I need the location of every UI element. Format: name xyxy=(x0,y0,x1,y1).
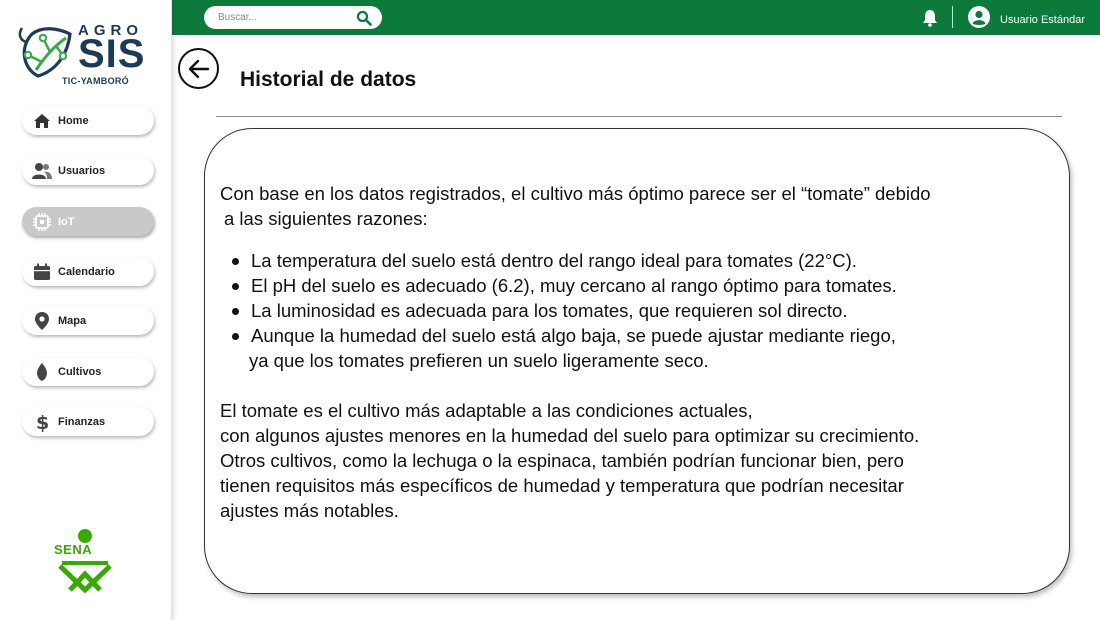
dollar-icon: $ xyxy=(32,412,52,432)
conclusion-line: El tomate es el cultivo más adaptable a … xyxy=(220,400,753,421)
list-item: La temperatura del suelo está dentro del… xyxy=(220,248,1069,273)
list-item-continuation: ya que los tomates prefieren un suelo li… xyxy=(249,350,709,371)
chip-icon xyxy=(32,212,52,232)
sidebar-item-label: Usuarios xyxy=(58,164,106,177)
map-pin-icon xyxy=(32,311,52,331)
sena-logo: SENA xyxy=(52,528,118,594)
top-bar: Usuario Estándar xyxy=(172,0,1100,35)
conclusion-paragraph: El tomate es el cultivo más adaptable a … xyxy=(220,398,1069,523)
conclusion-line: tienen requisitos más específicos de hum… xyxy=(220,475,904,496)
search-box xyxy=(204,6,382,29)
sidebar-item-finanzas[interactable]: $ Finanzas xyxy=(22,407,154,436)
agrosis-logo[interactable]: AGRO SIS TIC-YAMBORÓ xyxy=(18,20,148,90)
calendar-icon xyxy=(32,262,52,282)
search-input[interactable] xyxy=(218,12,348,23)
sidebar-item-mapa[interactable]: Mapa xyxy=(22,306,154,335)
leaf-circuit-logo-icon xyxy=(18,27,72,78)
svg-text:$: $ xyxy=(36,412,49,432)
logo-subtitle: TIC-YAMBORÓ xyxy=(62,76,129,86)
arrow-left-icon xyxy=(188,59,209,78)
search-icon[interactable] xyxy=(356,10,372,31)
sidebar-item-label: Finanzas xyxy=(58,415,106,428)
sidebar-item-cultivos[interactable]: Cultivos xyxy=(22,357,154,386)
intro-line-2: a las siguientes razones: xyxy=(224,208,428,229)
list-item: La luminosidad es adecuada para los toma… xyxy=(220,298,1069,323)
sidebar-item-calendario[interactable]: Calendario xyxy=(22,257,154,286)
conclusion-line: con algunos ajustes menores en la humeda… xyxy=(220,425,920,446)
bell-icon[interactable] xyxy=(922,9,938,32)
sidebar-item-iot[interactable]: IoT xyxy=(22,207,154,236)
sidebar-item-label: Mapa xyxy=(58,314,87,327)
leaf-icon xyxy=(32,362,52,382)
sidebar-item-label: IoT xyxy=(58,215,75,228)
logo-sis-text: SIS xyxy=(78,32,146,76)
recommendation-card: Con base en los datos registrados, el cu… xyxy=(204,128,1070,594)
sidebar: AGRO SIS TIC-YAMBORÓ Home Usuarios IoT C… xyxy=(0,0,172,620)
reasons-list: La temperatura del suelo está dentro del… xyxy=(220,248,1069,348)
back-button[interactable] xyxy=(178,48,219,89)
sidebar-item-label: Calendario xyxy=(58,265,115,278)
conclusion-line: Otros cultivos, como la lechuga o la esp… xyxy=(220,450,904,471)
page-title: Historial de datos xyxy=(240,68,417,91)
sidebar-item-label: Home xyxy=(58,114,89,127)
topbar-divider xyxy=(952,6,953,28)
user-name: Usuario Estándar xyxy=(1000,13,1085,26)
home-icon xyxy=(32,111,52,131)
sidebar-item-home[interactable]: Home xyxy=(22,106,154,135)
intro-line-1: Con base en los datos registrados, el cu… xyxy=(220,183,931,204)
sidebar-item-usuarios[interactable]: Usuarios xyxy=(22,156,154,185)
list-item: El pH del suelo es adecuado (6.2), muy c… xyxy=(220,273,1069,298)
user-avatar-icon xyxy=(968,6,990,33)
list-item: Aunque la humedad del suelo está algo ba… xyxy=(220,323,1069,348)
users-icon xyxy=(32,161,52,181)
user-menu[interactable]: Usuario Estándar xyxy=(968,6,1085,33)
conclusion-line: ajustes más notables. xyxy=(220,500,399,521)
sidebar-item-label: Cultivos xyxy=(58,365,102,378)
title-divider xyxy=(216,116,1062,117)
sena-logo-text: SENA xyxy=(54,542,93,557)
